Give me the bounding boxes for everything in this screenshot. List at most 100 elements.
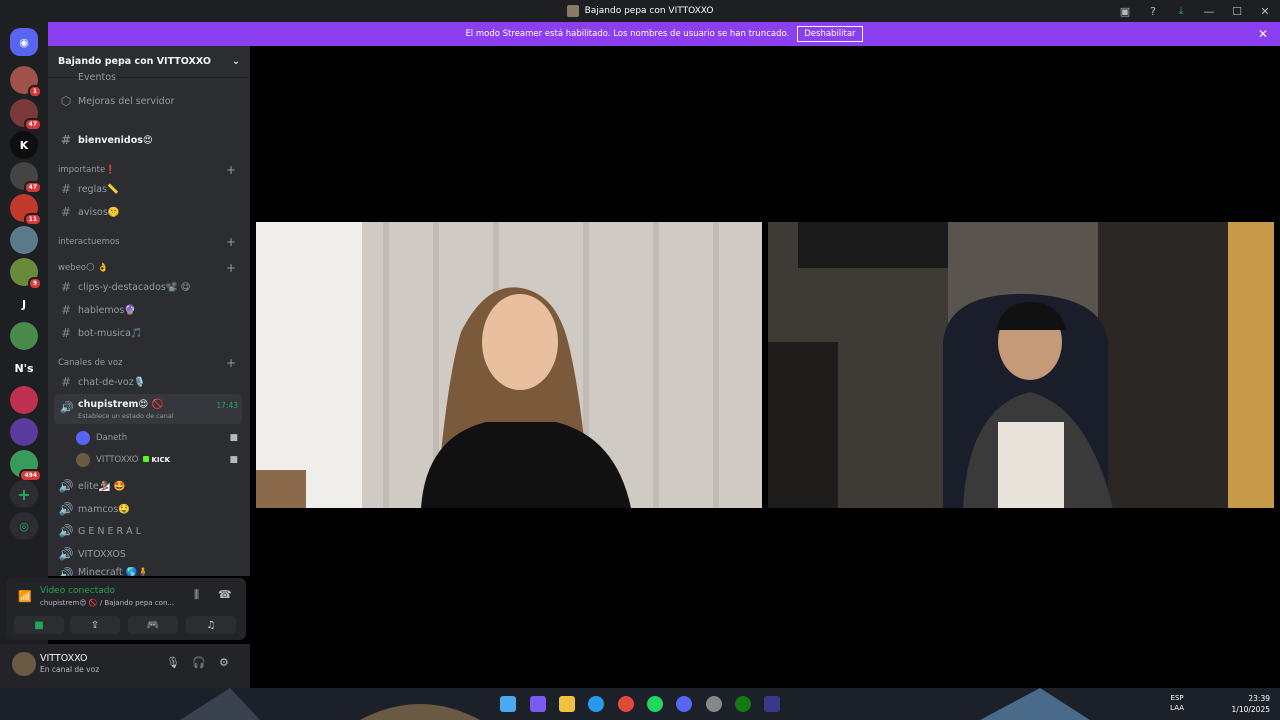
user-name[interactable]: VITTOXXO xyxy=(40,653,88,664)
windows-start-icon[interactable] xyxy=(500,696,516,712)
download-icon[interactable]: ⤓ xyxy=(1174,4,1188,18)
server-icon[interactable] xyxy=(10,418,38,446)
channel-mamcos[interactable]: 🔊 mamcos🤤 xyxy=(58,499,242,519)
plus-icon[interactable]: + xyxy=(226,356,236,370)
add-server-icon[interactable]: + xyxy=(10,480,38,508)
plus-icon[interactable]: + xyxy=(226,163,236,177)
server-icon[interactable]: 47 xyxy=(10,162,42,194)
channel-clips[interactable]: # clips-y-destacados📽️ 😋 xyxy=(58,277,242,297)
video-tile-vittoxxo[interactable] xyxy=(768,222,1274,508)
plus-icon[interactable]: + xyxy=(226,261,236,275)
help-icon[interactable]: ? xyxy=(1146,4,1160,18)
language-code: ESP xyxy=(1170,694,1184,702)
close-icon[interactable]: ✕ xyxy=(1258,4,1272,18)
discord-icon[interactable] xyxy=(676,696,692,712)
disable-button[interactable]: Deshabilitar xyxy=(797,26,863,42)
voice-channel-status[interactable]: Establece un estado de canal xyxy=(78,412,174,420)
channel-events[interactable]: Eventos xyxy=(58,70,242,84)
voice-member[interactable]: VITTOXXO KICK ■ xyxy=(76,450,242,470)
server-icon[interactable]: 9 xyxy=(10,258,42,290)
system-clock[interactable]: 23:39 1/10/2025 xyxy=(1232,693,1270,715)
category-label: interactuemos xyxy=(58,237,120,247)
minimize-icon[interactable]: — xyxy=(1202,4,1216,18)
channel-chat-de-voz[interactable]: # chat-de-voz🎙️ xyxy=(58,372,242,392)
steam-icon[interactable] xyxy=(706,696,722,712)
video-tile-daneth[interactable] xyxy=(256,222,762,508)
channel-label: VITOXXOS xyxy=(78,548,126,560)
close-icon[interactable]: ✕ xyxy=(1258,27,1268,41)
keyboard-layout: LAA xyxy=(1170,704,1184,712)
server-icon[interactable]: J xyxy=(10,290,38,318)
avatar xyxy=(76,453,90,467)
avatar[interactable] xyxy=(12,652,36,676)
chrome-icon[interactable] xyxy=(618,696,634,712)
channel-elite[interactable]: 🔊 elite🏂 🤩 xyxy=(58,476,242,496)
server-icon[interactable]: N's xyxy=(10,354,38,382)
server-icon xyxy=(566,5,579,17)
category-interactuemos[interactable]: interactuemos + xyxy=(58,234,236,250)
channel-bienvenidos[interactable]: # bienvenidos😍 xyxy=(58,130,242,150)
voice-member[interactable]: Daneth ■ xyxy=(76,428,242,448)
channel-label: G E N E R A L xyxy=(78,525,141,537)
clock-date: 1/10/2025 xyxy=(1231,705,1270,714)
signal-icon[interactable]: 📶 xyxy=(18,590,32,603)
plus-icon[interactable]: + xyxy=(226,235,236,249)
channel-avisos[interactable]: # avisos🤫 xyxy=(58,202,242,222)
headphones-icon[interactable]: 🎧 xyxy=(192,656,206,669)
window-title: Bajando pepa con VITTOXXO xyxy=(584,6,714,16)
channel-label: mamcos🤤 xyxy=(78,503,131,515)
camera-icon: ■ xyxy=(229,455,238,465)
channel-minecraft[interactable]: 🔊 Minecraft 🌎🧍 xyxy=(58,567,242,576)
inbox-icon[interactable]: ▣ xyxy=(1118,4,1132,18)
server-icon[interactable] xyxy=(10,386,38,414)
disconnect-icon[interactable]: ☎ xyxy=(218,588,232,601)
screen-share-button[interactable]: ⇪ xyxy=(70,616,120,634)
channel-bot-musica[interactable]: # bot-musica🎵 xyxy=(58,323,242,343)
channel-general[interactable]: 🔊 G E N E R A L xyxy=(58,521,242,541)
file-explorer-icon[interactable] xyxy=(559,696,575,712)
gear-icon[interactable]: ⚙ xyxy=(219,656,229,669)
notification-badge: 1 xyxy=(27,85,42,98)
category-label: webeo🌕 👌 xyxy=(58,263,109,273)
wallpaper-strip xyxy=(0,688,1280,720)
notification-badge: 9 xyxy=(27,277,42,290)
voice-channel-active[interactable]: 🔊 chupistrem😍 🚫 Establece un estado de c… xyxy=(54,394,242,424)
activities-button[interactable]: 🎮 xyxy=(128,616,178,634)
boost-icon: ⬡ xyxy=(60,94,72,108)
kick-badge: KICK xyxy=(143,456,171,464)
server-icon[interactable] xyxy=(10,322,38,350)
server-icon[interactable]: K xyxy=(10,131,38,159)
edge-icon[interactable] xyxy=(588,696,604,712)
channel-hablemos[interactable]: # hablemos🔮 xyxy=(58,300,242,320)
spotify-icon[interactable] xyxy=(647,696,663,712)
noise-suppression-icon[interactable]: ⫼ xyxy=(194,588,199,602)
category-voz[interactable]: Canales de voz + xyxy=(58,355,236,371)
chevron-down-icon: ⌄ xyxy=(232,56,240,67)
explore-icon[interactable]: ◎ xyxy=(10,512,38,540)
server-icon[interactable]: 1 xyxy=(10,66,42,98)
copilot-icon[interactable] xyxy=(530,696,546,712)
category-importante[interactable]: importante❗ + xyxy=(58,162,236,178)
channel-reglas[interactable]: # reglas📏 xyxy=(58,179,242,199)
server-icon[interactable]: 47 xyxy=(10,99,42,131)
connection-status[interactable]: Video conectado xyxy=(40,586,115,596)
category-webeo[interactable]: webeo🌕 👌 + xyxy=(58,260,236,276)
app-icon[interactable] xyxy=(764,696,780,712)
voice-channel-name: chupistrem😍 🚫 xyxy=(78,399,164,410)
category-label: Canales de voz xyxy=(58,358,123,368)
camera-button[interactable]: ■ xyxy=(14,616,64,634)
soundboard-button[interactable]: ♫ xyxy=(186,616,236,634)
xbox-icon[interactable] xyxy=(735,696,751,712)
server-icon[interactable]: 11 xyxy=(10,194,42,226)
server-icon[interactable]: 494 xyxy=(10,450,42,482)
server-icon[interactable] xyxy=(10,226,38,254)
connection-channel[interactable]: chupistrem😍 🚫 / Bajando pepa con... xyxy=(40,599,174,607)
member-name: Daneth xyxy=(96,433,128,443)
channel-vitoxxos[interactable]: 🔊 VITOXXOS xyxy=(58,544,242,564)
microphone-icon[interactable]: 🎙 xyxy=(166,656,180,669)
maximize-icon[interactable]: ☐ xyxy=(1230,4,1244,18)
channel-label: Mejoras del servidor xyxy=(78,95,175,107)
language-indicator[interactable]: ESP LAA xyxy=(1170,693,1184,713)
channel-boosts[interactable]: ⬡ Mejoras del servidor xyxy=(58,91,242,111)
discord-home-icon[interactable]: ◉ xyxy=(10,28,38,56)
